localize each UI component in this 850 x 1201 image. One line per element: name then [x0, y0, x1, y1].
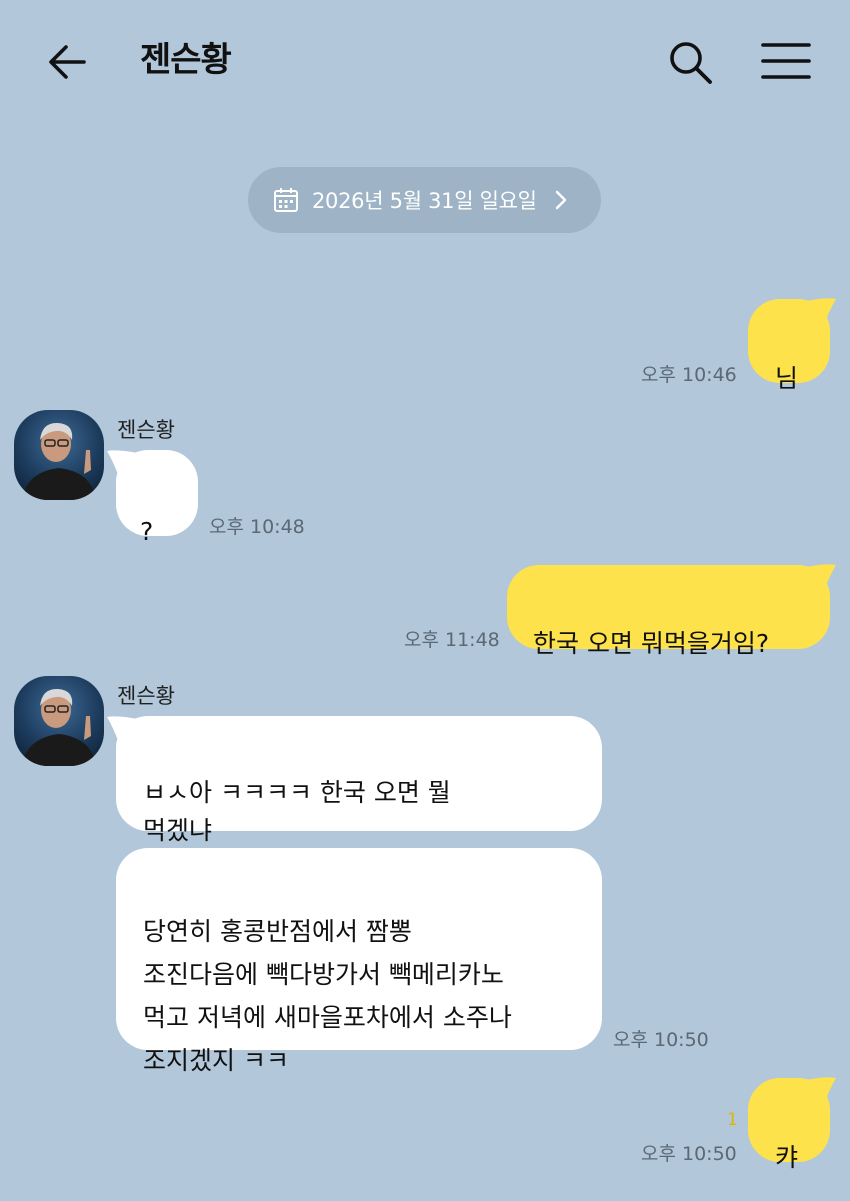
search-icon	[670, 42, 712, 84]
message-text: 당연히 홍콩반점에서 짬뽕 조진다음에 빽다방가서 빽메리카노 먹고 저녁에 새…	[143, 917, 512, 1075]
avatar[interactable]	[14, 676, 104, 766]
avatar[interactable]	[14, 410, 104, 500]
bubble-tail	[806, 298, 836, 325]
bubble-tail	[806, 564, 836, 591]
their-message-bubble[interactable]: ?	[116, 450, 198, 546]
date-label: 2026년 5월 31일 일요일	[312, 189, 537, 213]
back-button[interactable]	[44, 38, 92, 86]
unread-count: 1	[727, 1110, 738, 1130]
arrow-left-icon	[49, 45, 86, 79]
date-divider[interactable]: 2026년 5월 31일 일요일	[248, 167, 601, 233]
sender-name: 젠슨황	[117, 418, 175, 442]
their-message-bubble[interactable]: 당연히 홍콩반점에서 짬뽕 조진다음에 빽다방가서 빽메리카노 먹고 저녁에 새…	[116, 848, 602, 1075]
chat-title: 젠슨황	[140, 40, 232, 80]
message-time: 오후 10:50	[613, 1029, 709, 1051]
message-time: 오후 11:48	[404, 629, 500, 651]
calendar-icon	[274, 188, 298, 212]
menu-button[interactable]	[760, 40, 812, 84]
their-message-bubble[interactable]: ㅂㅅ아 ㅋㅋㅋㅋ 한국 오면 뭘 먹겠냐	[116, 716, 602, 845]
message-time: 오후 10:46	[641, 364, 737, 386]
sender-name: 젠슨황	[117, 684, 175, 708]
message-text: 한국 오면 뭐먹을거임?	[533, 629, 770, 658]
profile-photo	[22, 422, 96, 500]
message-time: 오후 10:48	[209, 516, 305, 538]
message-text: 캬	[775, 1143, 799, 1172]
my-message-bubble[interactable]: 한국 오면 뭐먹을거임?	[507, 565, 830, 658]
profile-photo	[22, 688, 96, 766]
chevron-right-icon	[555, 190, 566, 210]
message-text: ㅂㅅ아 ㅋㅋㅋㅋ 한국 오면 뭘 먹겠냐	[143, 778, 451, 845]
message-text: ?	[140, 517, 154, 546]
search-button[interactable]	[666, 38, 714, 86]
message-text: 님	[775, 364, 799, 393]
message-time: 오후 10:50	[641, 1143, 737, 1165]
bubble-tail	[806, 1077, 836, 1104]
hamburger-menu-icon	[761, 43, 811, 79]
